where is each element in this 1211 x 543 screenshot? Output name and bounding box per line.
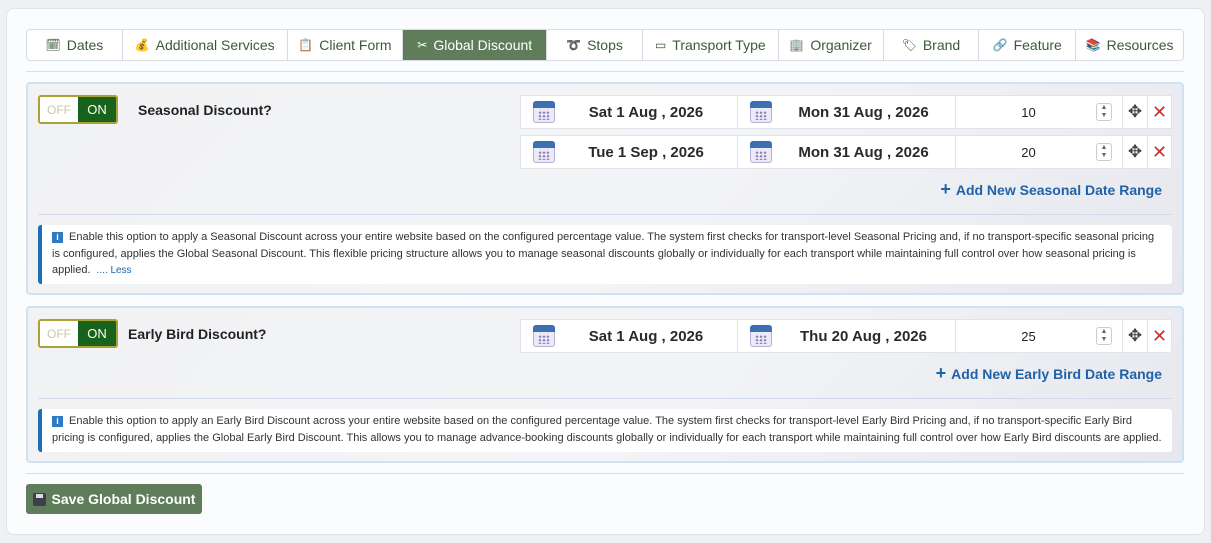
move-icon[interactable]: ✥ — [1123, 320, 1148, 352]
seasonal-info-box: i Enable this option to apply a Seasonal … — [38, 225, 1172, 284]
tab-organizer[interactable]: 🏢 Organizer — [779, 30, 884, 60]
early-bird-discount-section: OFF ON Early Bird Discount? Sat 1 Aug , … — [26, 306, 1184, 463]
seasonal-discount-toggle[interactable]: OFF ON — [38, 95, 118, 124]
money-bag-icon: 💰 — [134, 38, 150, 52]
calendar-icon — [533, 325, 555, 347]
tab-additional-services[interactable]: 💰 Additional Services — [123, 30, 288, 60]
ticket-icon: ▭ — [654, 38, 667, 52]
end-date-field[interactable]: Mon 31 Aug , 2026 — [738, 96, 956, 128]
plus-icon: + — [935, 363, 947, 383]
delete-icon[interactable]: ✕ — [1148, 96, 1171, 128]
discount-percent-field: ▲▼ — [956, 320, 1123, 352]
number-spinner[interactable]: ▲ ▼ — [1096, 143, 1112, 161]
tab-resources[interactable]: 📚 Resources — [1076, 30, 1183, 60]
number-spinner[interactable]: ▲ ▼ — [1096, 103, 1112, 121]
discount-percent-input[interactable] — [956, 104, 1101, 120]
discount-percent-field: ▲▼ — [956, 136, 1123, 168]
chevron-down-icon: ▼ — [1100, 336, 1108, 343]
tab-brand[interactable]: 🏷 Brand — [884, 30, 980, 60]
chevron-down-icon: ▼ — [1100, 152, 1108, 159]
seasonal-discount-label: Seasonal Discount? — [138, 102, 272, 118]
section-divider — [38, 398, 1172, 399]
chevron-down-icon: ▼ — [1100, 112, 1108, 119]
delete-icon[interactable]: ✕ — [1148, 136, 1171, 168]
calendar-icon — [750, 141, 772, 163]
info-icon: i — [52, 416, 63, 427]
add-early-bird-range-link[interactable]: + Add New Early Bird Date Range — [936, 363, 1162, 384]
save-global-discount-button[interactable]: Save Global Discount — [26, 484, 202, 514]
end-date-field[interactable]: Mon 31 Aug , 2026 — [738, 136, 956, 168]
seasonal-date-range-row: Sat 1 Aug , 2026 Mon 31 Aug , 2026 ▲▼ ✥ … — [520, 95, 1172, 129]
chevron-up-icon: ▲ — [1100, 328, 1108, 335]
end-date-field[interactable]: Thu 20 Aug , 2026 — [738, 320, 956, 352]
tabs-divider — [26, 71, 1184, 72]
route-icon: ➰ — [566, 38, 582, 52]
tag-icon: 🏷 — [901, 38, 917, 52]
footer-divider — [26, 473, 1184, 474]
clipboard-icon: 📋 — [298, 38, 314, 52]
discount-percent-field: ▲▼ — [956, 96, 1123, 128]
start-date-field[interactable]: Sat 1 Aug , 2026 — [521, 96, 738, 128]
plus-icon: + — [940, 179, 951, 199]
building-icon: 🏢 — [789, 38, 805, 52]
number-spinner[interactable]: ▲ ▼ — [1096, 327, 1112, 345]
less-link[interactable]: .... Less — [97, 265, 132, 276]
discount-percent-input[interactable] — [956, 144, 1101, 160]
early-bird-discount-toggle[interactable]: OFF ON — [38, 319, 118, 348]
add-seasonal-range-link[interactable]: + Add New Seasonal Date Range — [940, 179, 1162, 200]
floppy-disk-icon — [32, 492, 46, 506]
calendar-icon — [750, 101, 772, 123]
calendar-icon — [533, 141, 555, 163]
tab-client-form[interactable]: 📋 Client Form — [288, 30, 404, 60]
tab-global-discount[interactable]: ✂ Global Discount — [403, 30, 548, 60]
seasonal-discount-section: OFF ON Seasonal Discount? Sat 1 Aug , 20… — [26, 82, 1184, 295]
start-date-field[interactable]: Sat 1 Aug , 2026 — [521, 320, 738, 352]
chevron-up-icon: ▲ — [1100, 144, 1108, 151]
tab-transport-type[interactable]: ▭ Transport Type — [643, 30, 779, 60]
move-icon[interactable]: ✥ — [1123, 96, 1148, 128]
section-divider — [38, 214, 1172, 215]
tab-dates[interactable]: 🗓 Dates — [27, 30, 123, 60]
move-icon[interactable]: ✥ — [1123, 136, 1148, 168]
books-icon: 📚 — [1085, 38, 1101, 52]
tab-stops[interactable]: ➰ Stops — [547, 30, 643, 60]
start-date-field[interactable]: Tue 1 Sep , 2026 — [521, 136, 738, 168]
tab-feature[interactable]: 🔗 Feature — [979, 30, 1077, 60]
seasonal-date-range-row: Tue 1 Sep , 2026 Mon 31 Aug , 2026 ▲▼ ✥ … — [520, 135, 1172, 169]
delete-icon[interactable]: ✕ — [1148, 320, 1171, 352]
early-bird-info-box: i Enable this option to apply an Early Bi… — [38, 409, 1172, 452]
link-icon: 🔗 — [992, 38, 1008, 52]
discount-percent-input[interactable] — [956, 328, 1101, 344]
early-bird-discount-label: Early Bird Discount? — [128, 326, 267, 342]
calendar-icon — [750, 325, 772, 347]
scissors-icon: ✂ — [417, 38, 428, 52]
calendar-icon: 🗓 — [45, 38, 61, 52]
early-bird-date-range-row: Sat 1 Aug , 2026 Thu 20 Aug , 2026 ▲▼ ✥ … — [520, 319, 1172, 353]
info-icon: i — [52, 232, 63, 243]
tab-bar: 🗓 Dates 💰 Additional Services 📋 Client Form… — [26, 29, 1184, 61]
chevron-up-icon: ▲ — [1100, 104, 1108, 111]
calendar-icon — [533, 101, 555, 123]
